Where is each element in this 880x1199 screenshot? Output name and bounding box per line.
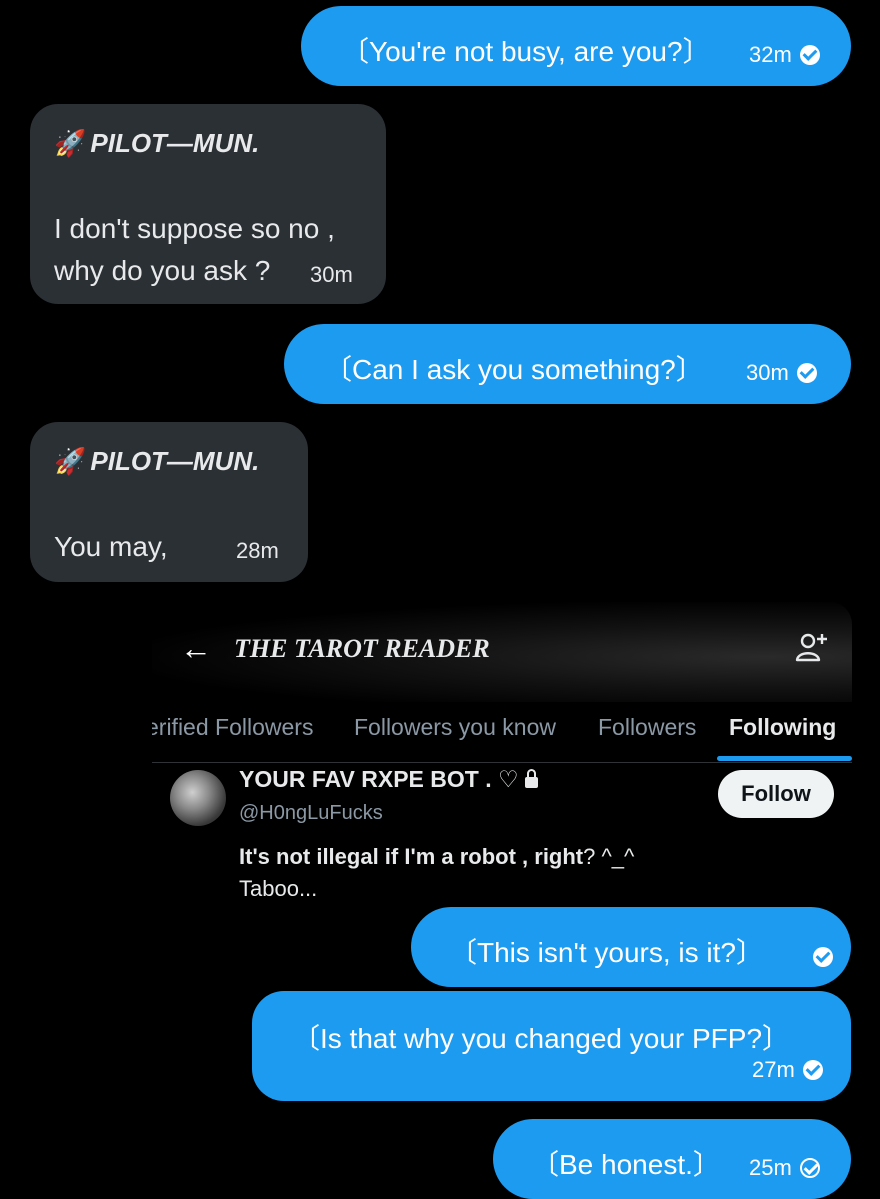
message-meta: 32m [749,42,820,68]
message-line: I don't suppose so no , [54,213,335,244]
tab-followers[interactable]: Followers [598,714,696,741]
message-time: 25m [749,1155,792,1180]
read-check-icon [796,363,817,383]
message-line: You may, [54,531,168,562]
message-text: 〔This isn't yours, is it?〕 [449,937,764,968]
message-meta: 30m [746,360,817,386]
arrow-left-icon[interactable]: ← [180,630,212,667]
tab-followers-you-know[interactable]: Followers you know [354,714,556,741]
rocket-icon: 🚀 [54,446,87,476]
lock-icon [524,769,538,788]
message-time: 28m [236,538,279,563]
sent-check-icon [799,1158,820,1178]
read-check-icon [802,1060,823,1080]
message-time: 30m [746,360,789,385]
message-bubble-received[interactable]: 🚀 PILOT—MUN. You may, 28m [30,422,308,582]
embedded-screenshot[interactable]: ← THE TAROT READER erified Followers Fol… [152,602,852,904]
message-text: 〔Is that why you changed your PFP?〕 [292,1023,791,1054]
message-bubble-sent[interactable]: 〔Be honest.〕 25m [493,1119,851,1199]
active-tab-indicator [717,756,852,761]
message-time: 30m [310,262,353,287]
message-body: I don't suppose so no , why do you ask ? [54,208,335,292]
message-bubble-sent[interactable]: 〔Can I ask you something?〕 30m [284,324,851,404]
sender-name: PILOT—MUN. [90,446,260,476]
message-bubble-received[interactable]: 🚀 PILOT—MUN. I don't suppose so no , why… [30,104,386,304]
read-check-icon [799,45,820,65]
message-meta: 27m [752,1057,823,1083]
user-display-name-row[interactable]: YOUR FAV RXPE BOT . ♡ [239,766,538,793]
message-time: 32m [749,42,792,67]
message-text: 〔You're not busy, are you?〕 [341,36,711,67]
divider [152,762,852,763]
follow-button[interactable]: Follow [718,770,834,818]
rocket-icon: 🚀 [54,128,87,158]
follower-tabs: erified Followers Followers you know Fol… [152,702,852,762]
message-line: why do you ask ? [54,255,271,286]
message-meta [805,947,833,967]
message-bubble-sent[interactable]: 〔Is that why you changed your PFP?〕 27m [252,991,851,1101]
user-handle[interactable]: @H0ngLuFucks [239,802,383,825]
tab-verified-followers[interactable]: erified Followers [152,714,313,741]
message-text: 〔Can I ask you something?〕 [324,354,704,385]
sender-name-row: 🚀 PILOT—MUN. [54,446,259,477]
message-body: You may, [54,526,168,568]
profile-title: THE TAROT READER [234,634,490,663]
sender-name: PILOT—MUN. [90,128,260,158]
user-bio-line-1: It's not illegal if I'm a robot , right?… [239,844,634,870]
user-display-name: YOUR FAV RXPE BOT . ♡ [239,766,519,792]
sender-name-row: 🚀 PILOT—MUN. [54,128,259,159]
add-user-icon[interactable] [794,630,830,666]
message-bubble-sent[interactable]: 〔You're not busy, are you?〕 32m [301,6,851,86]
avatar[interactable] [170,770,226,826]
bio-bold-text: It's not illegal if I'm a robot , right [239,844,584,869]
read-check-icon [813,947,833,967]
message-time: 27m [752,1057,795,1082]
user-bio-line-2: Taboo... [239,876,318,901]
tab-following[interactable]: Following [729,714,836,741]
message-text: 〔Be honest.〕 [531,1149,721,1180]
message-bubble-sent[interactable]: 〔This isn't yours, is it?〕 [411,907,851,987]
message-meta: 25m [749,1155,820,1181]
bio-tail-text: ? ^_^ [583,844,635,869]
